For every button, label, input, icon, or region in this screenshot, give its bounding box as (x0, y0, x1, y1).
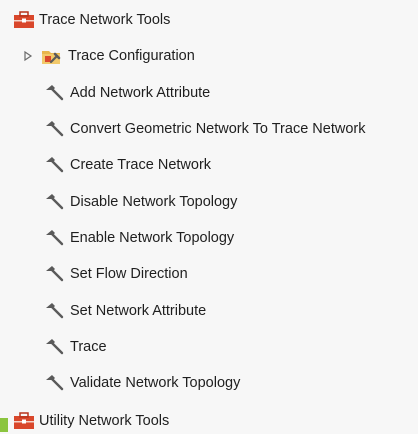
tree-item-label: Trace (70, 339, 107, 355)
hammer-icon (44, 338, 66, 356)
selection-accent-bar (0, 418, 8, 432)
hammer-icon (44, 193, 66, 211)
hammer-icon (44, 229, 66, 247)
hammer-icon (44, 84, 66, 102)
tree-item-trace[interactable]: Trace (0, 334, 418, 360)
tree-item-label: Add Network Attribute (70, 85, 211, 101)
tree-item-label: Convert Geometric Network To Trace Netwo… (70, 121, 366, 137)
tree-item-label: Disable Network Topology (70, 194, 238, 210)
tree-item-label: Create Trace Network (70, 157, 212, 173)
tree-item-label: Set Flow Direction (70, 266, 188, 282)
tree-item-label: Trace Configuration (68, 48, 195, 64)
tree-item-convert-geometric-network[interactable]: Convert Geometric Network To Trace Netwo… (0, 116, 418, 142)
tree-item-validate-network-topology[interactable]: Validate Network Topology (0, 370, 418, 396)
tree-item-enable-network-topology[interactable]: Enable Network Topology (0, 225, 418, 251)
tool-tree: Trace Network Tools Trace Configuration (0, 0, 418, 432)
expand-triangle-icon[interactable] (22, 50, 34, 62)
hammer-icon (44, 156, 66, 174)
tree-item-label: Set Network Attribute (70, 303, 207, 319)
toolbox-icon (13, 11, 35, 29)
tree-item-label: Trace Network Tools (39, 12, 171, 28)
hammer-icon (44, 265, 66, 283)
tree-item-trace-configuration[interactable]: Trace Configuration (0, 43, 418, 69)
tree-item-label: Utility Network Tools (39, 413, 170, 429)
hammer-icon (44, 120, 66, 138)
hammer-icon (44, 374, 66, 392)
hammer-icon (44, 302, 66, 320)
tree-item-create-trace-network[interactable]: Create Trace Network (0, 152, 418, 178)
toolbox-icon (13, 412, 35, 430)
tree-item-disable-network-topology[interactable]: Disable Network Topology (0, 189, 418, 215)
tree-item-label: Enable Network Topology (70, 230, 235, 246)
toolset-icon (41, 46, 63, 64)
tree-item-set-flow-direction[interactable]: Set Flow Direction (0, 261, 418, 287)
tree-item-utility-network-tools[interactable]: Utility Network Tools (0, 411, 418, 432)
tree-item-trace-network-tools[interactable]: Trace Network Tools (0, 7, 418, 33)
tree-item-add-network-attribute[interactable]: Add Network Attribute (0, 80, 418, 106)
tree-item-set-network-attribute[interactable]: Set Network Attribute (0, 298, 418, 324)
tree-item-label: Validate Network Topology (70, 375, 241, 391)
